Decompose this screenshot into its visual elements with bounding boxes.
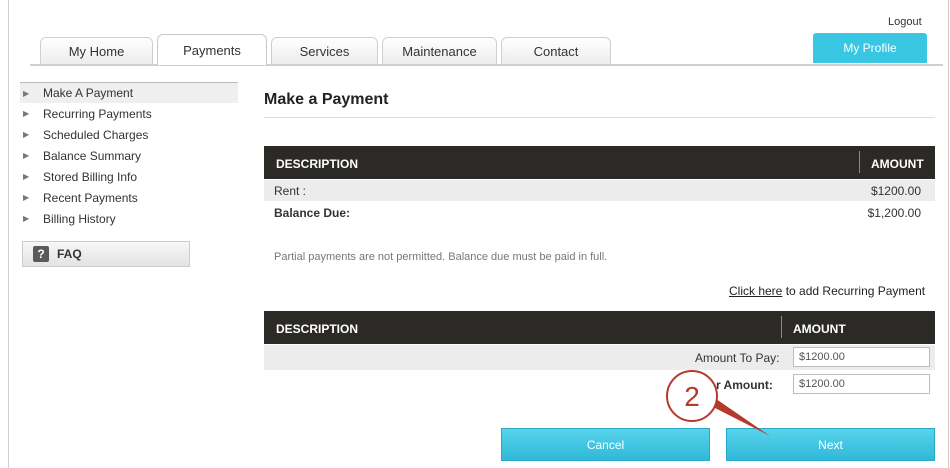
sidebar-item-label: Recurring Payments	[43, 106, 152, 121]
cancel-button[interactable]: Cancel	[501, 428, 710, 461]
sidebar-item-label: Scheduled Charges	[43, 127, 149, 142]
tab-services[interactable]: Services	[271, 37, 378, 65]
column-separator	[859, 151, 860, 173]
column-separator	[781, 316, 782, 338]
col-description: DESCRIPTION	[276, 322, 359, 336]
my-profile-button[interactable]: My Profile	[813, 33, 927, 63]
triangle-right-icon: ▶	[23, 109, 30, 118]
faq-button[interactable]: ? FAQ	[22, 241, 190, 267]
sidebar-item-label: Recent Payments	[43, 190, 138, 205]
row-label: Balance Due:	[274, 206, 351, 220]
recurring-payment-line: Click here to add Recurring Payment	[729, 284, 925, 298]
tab-payments[interactable]: Payments	[157, 34, 267, 65]
sidebar-item-recent-payments[interactable]: ▶ Recent Payments	[20, 187, 238, 208]
sidebar-item-scheduled-charges[interactable]: ▶ Scheduled Charges	[20, 124, 238, 145]
title-divider	[264, 117, 935, 118]
col-amount: AMOUNT	[793, 322, 846, 336]
question-mark-icon: ?	[33, 246, 49, 262]
tab-maintenance[interactable]: Maintenance	[382, 37, 497, 65]
sidebar-item-stored-billing-info[interactable]: ▶ Stored Billing Info	[20, 166, 238, 187]
page-title: Make a Payment	[264, 91, 389, 108]
table-row: Balance Due: $1,200.00	[264, 202, 935, 223]
sidebar-item-billing-history[interactable]: ▶ Billing History	[20, 208, 238, 229]
page-frame	[8, 0, 949, 468]
click-here-link[interactable]: Click here	[729, 284, 782, 298]
triangle-right-icon: ▶	[23, 214, 30, 223]
recurring-payment-text: to add Recurring Payment	[785, 284, 926, 298]
sidebar-item-label: Make A Payment	[43, 86, 134, 100]
col-amount: AMOUNT	[871, 157, 924, 171]
table-row: Rent : $1200.00	[264, 180, 935, 201]
next-button[interactable]: Next	[726, 428, 935, 461]
triangle-right-icon: ▶	[23, 151, 30, 160]
payment-table-header: DESCRIPTION AMOUNT	[264, 311, 935, 344]
row-amount: $1,200.00	[867, 206, 921, 220]
sidebar-item-recurring-payments[interactable]: ▶ Recurring Payments	[20, 103, 238, 124]
sidebar-nav: ▶ Make A Payment ▶ Recurring Payments ▶ …	[20, 82, 238, 229]
row-amount: $1200.00	[870, 184, 921, 198]
amount-to-pay-input[interactable]	[793, 347, 930, 367]
sidebar-item-label: Balance Summary	[43, 148, 142, 163]
triangle-right-icon: ▶	[23, 172, 30, 181]
triangle-right-icon: ▶	[23, 193, 30, 202]
partial-payment-note: Partial payments are not permitted. Bala…	[274, 251, 608, 263]
col-description: DESCRIPTION	[276, 157, 359, 171]
sidebar-item-balance-summary[interactable]: ▶ Balance Summary	[20, 145, 238, 166]
amount-to-pay-label: Amount To Pay:	[695, 351, 780, 365]
other-amount-input[interactable]	[793, 374, 930, 394]
other-amount-label: r Amount:	[716, 378, 773, 392]
faq-label: FAQ	[57, 247, 82, 261]
logout-link[interactable]: Logout	[888, 16, 922, 28]
triangle-right-icon: ▶	[23, 88, 30, 98]
charges-table-header: DESCRIPTION AMOUNT	[264, 146, 935, 179]
tab-my-home[interactable]: My Home	[40, 37, 153, 65]
triangle-right-icon: ▶	[23, 130, 30, 139]
row-label: Rent :	[274, 184, 307, 198]
sidebar-item-label: Stored Billing Info	[43, 169, 138, 184]
tab-contact[interactable]: Contact	[501, 37, 611, 65]
main-tabs: My Home Payments Services Maintenance Co…	[40, 34, 615, 65]
sidebar-item-make-a-payment[interactable]: ▶ Make A Payment	[20, 82, 238, 103]
sidebar-item-label: Billing History	[43, 211, 116, 226]
